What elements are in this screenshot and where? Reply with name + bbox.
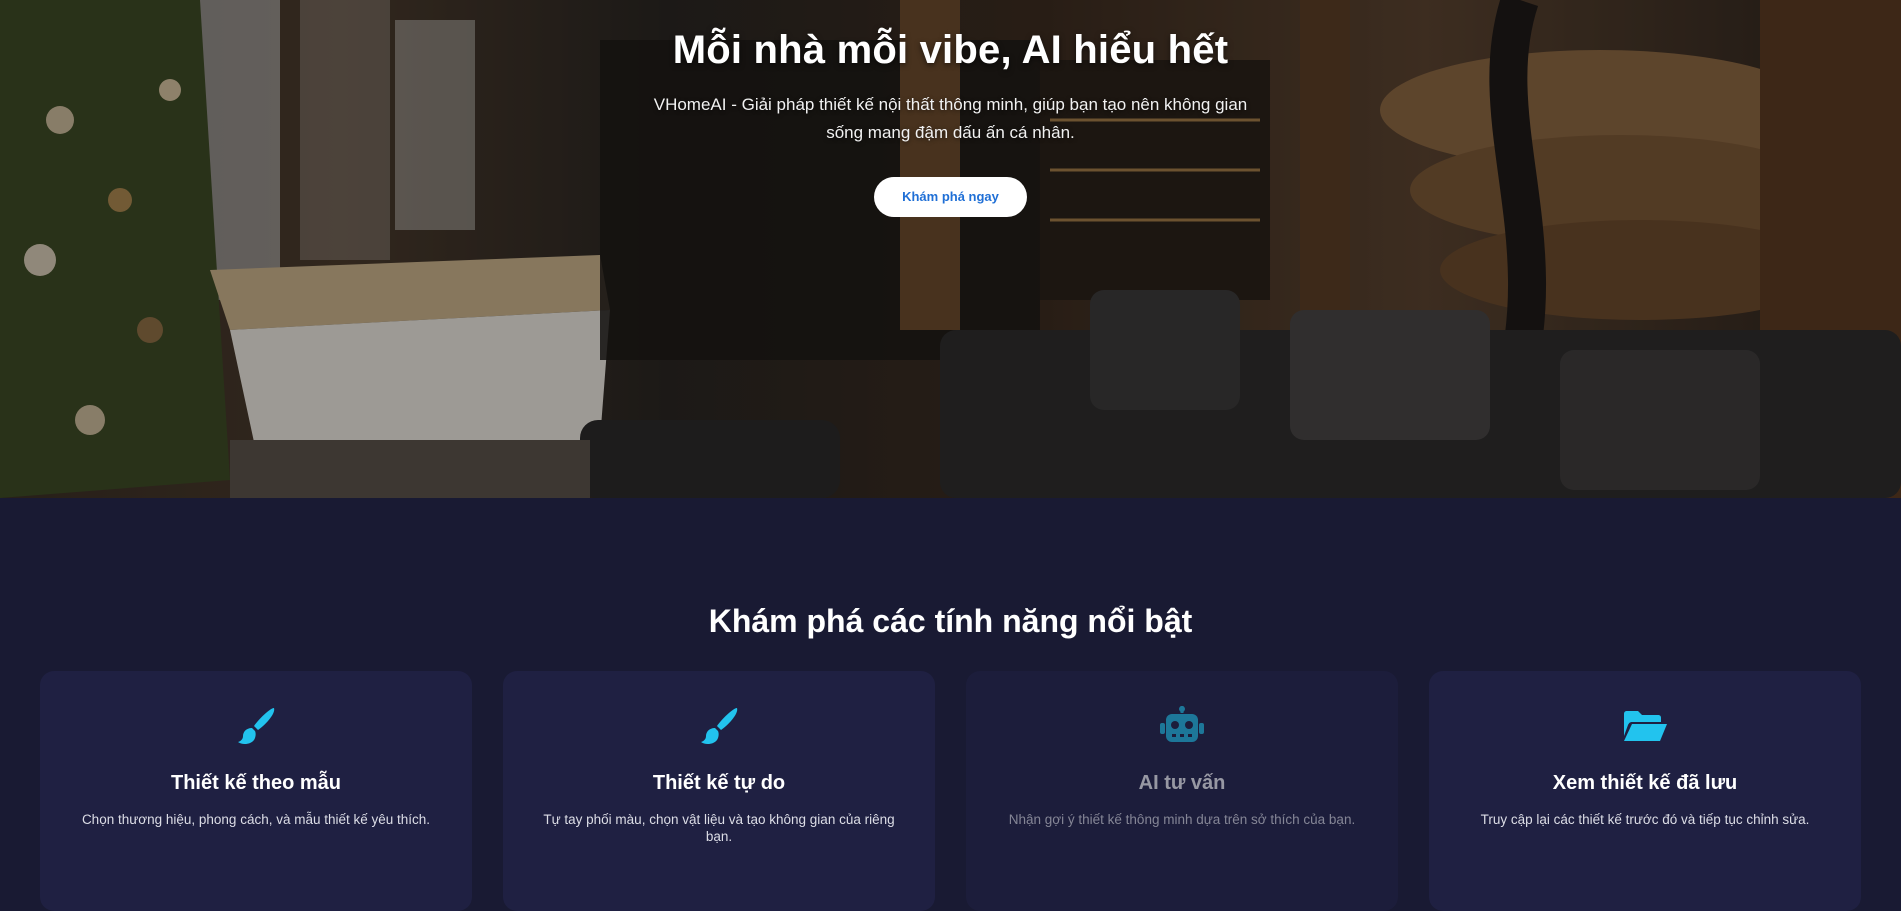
feature-card-saved-designs[interactable]: Xem thiết kế đã lưu Truy cập lại các thi… (1429, 671, 1861, 911)
feature-cards: Thiết kế theo mẫu Chọn thương hiệu, phon… (0, 671, 1901, 911)
feature-card-description: Truy cập lại các thiết kế trước đó và ti… (1480, 812, 1810, 827)
paintbrush-icon (40, 701, 472, 751)
feature-card-template-design[interactable]: Thiết kế theo mẫu Chọn thương hiệu, phon… (40, 671, 472, 911)
feature-card-title: Thiết kế tự do (652, 772, 786, 794)
hero-title: Mỗi nhà mỗi vibe, AI hiểu hết (672, 28, 1229, 72)
hero-content: Mỗi nhà mỗi vibe, AI hiểu hết VHomeAI - … (0, 28, 1901, 217)
feature-card-title: Thiết kế theo mẫu (170, 772, 342, 794)
paintbrush-icon (503, 701, 935, 751)
explore-now-button[interactable]: Khám phá ngay (874, 177, 1027, 217)
feature-card-title: AI tư vấn (1138, 772, 1226, 794)
feature-card-description: Nhận gợi ý thiết kế thông minh dựa trên … (1008, 812, 1356, 827)
feature-card-description: Chọn thương hiệu, phong cách, và mẫu thi… (81, 812, 431, 827)
folder-open-icon (1429, 701, 1861, 751)
feature-card-description: Tự tay phối màu, chọn vật liệu và tạo kh… (543, 812, 895, 844)
feature-card-title: Xem thiết kế đã lưu (1552, 772, 1738, 794)
hero-subtitle: VHomeAI - Giải pháp thiết kế nội thất th… (653, 95, 1248, 142)
feature-card-free-design[interactable]: Thiết kế tự do Tự tay phối màu, chọn vật… (503, 671, 935, 911)
features-section: Khám phá các tính năng nổi bật Thiết kế … (0, 498, 1901, 911)
features-title: Khám phá các tính năng nổi bật (708, 603, 1193, 639)
hero-banner: Mỗi nhà mỗi vibe, AI hiểu hết VHomeAI - … (0, 0, 1901, 498)
robot-icon (966, 701, 1398, 751)
feature-card-ai-advice[interactable]: AI tư vấn Nhận gợi ý thiết kế thông minh… (966, 671, 1398, 911)
